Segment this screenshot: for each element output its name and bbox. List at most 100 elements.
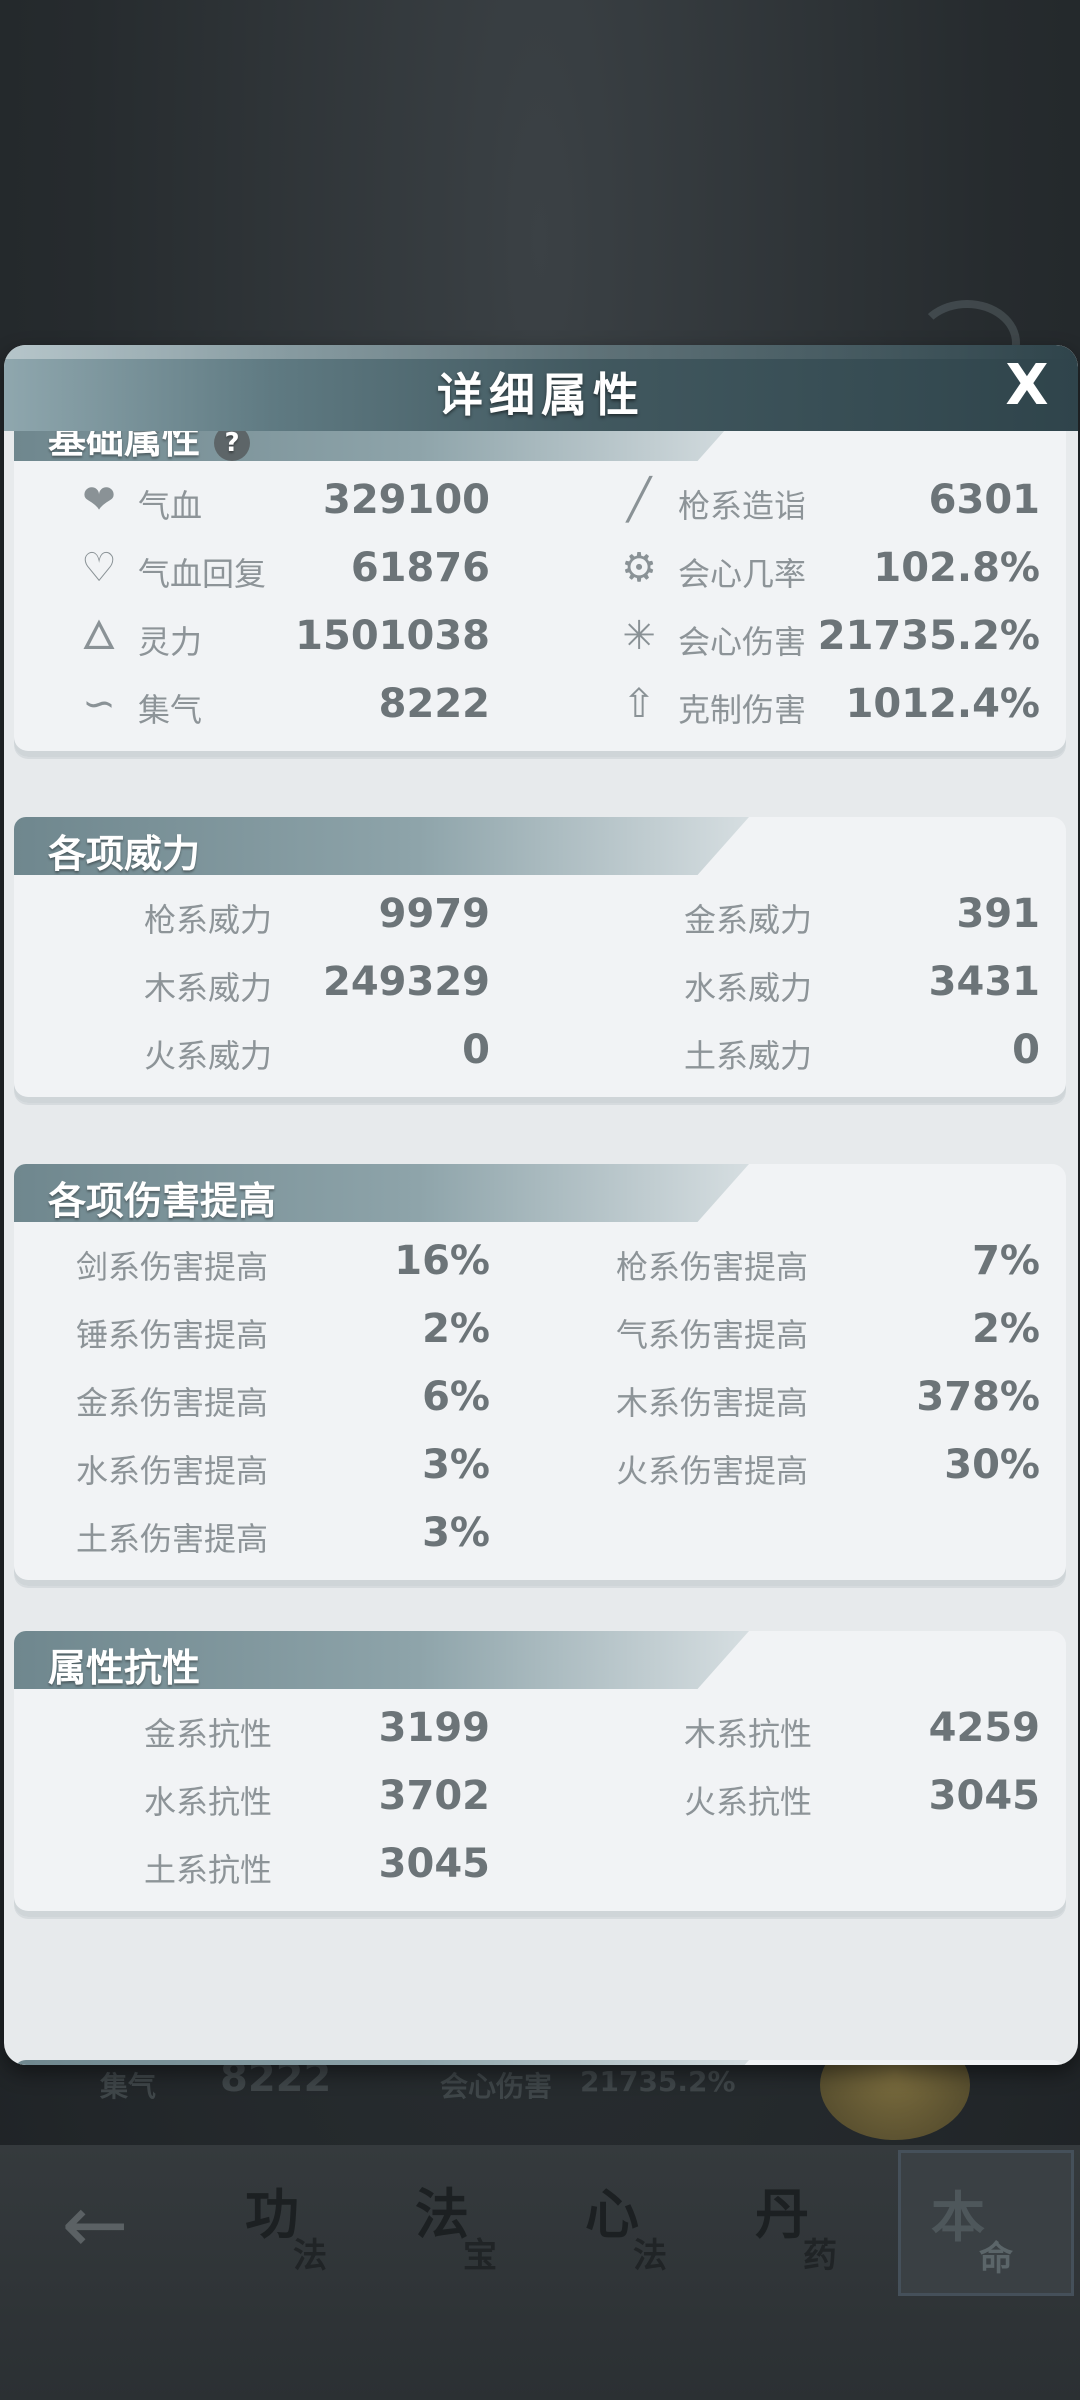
nav-tab-small-char: 法 — [633, 2236, 667, 2276]
attribute-cell: 火系伤害提高 30% — [554, 1436, 1068, 1496]
attribute-label: 土系抗性 — [144, 1851, 273, 1889]
bg-crit-value: 21735.2% — [580, 2065, 736, 2098]
back-arrow-icon[interactable]: ← — [50, 2180, 140, 2270]
section-title: 各项威力 — [48, 823, 200, 875]
attribute-row: 木系威力 249329 水系威力 3431 — [14, 953, 1066, 1013]
bg-crit-label: 会心伤害 — [440, 2070, 553, 2103]
attribute-value: 61876 — [350, 545, 490, 591]
attribute-label: 会心几率 — [678, 555, 807, 593]
attribute-value: 4259 — [928, 1705, 1040, 1751]
attribute-row: 水系伤害提高 3% 火系伤害提高 30% — [14, 1436, 1066, 1496]
modal-header: 详细属性 X — [4, 345, 1078, 431]
attribute-cell: 锤系伤害提高 2% — [14, 1300, 540, 1360]
attribute-label: 会心伤害 — [678, 623, 807, 661]
nav-tab-big-char: 丹 — [755, 2183, 809, 2246]
attribute-cell: 气系伤害提高 2% — [554, 1300, 1068, 1360]
attribute-cell: 水系威力 3431 — [554, 953, 1068, 1013]
attribute-label: 集气 — [138, 691, 203, 729]
attribute-row: ♡ 气血回复 61876 ⚙ 会心几率 102.8% — [14, 539, 1066, 599]
attribute-cell: 土系抗性 3045 — [14, 1835, 540, 1895]
attribute-row: 金系伤害提高 6% 木系伤害提高 378% — [14, 1368, 1066, 1428]
attribute-cell: ✳ 会心伤害 21735.2% — [554, 607, 1068, 667]
attribute-label: 气血回复 — [138, 555, 267, 593]
attributes-scroll-area[interactable]: 基础属性? ❤ 气血 329100 ╱ 枪系造诣 6301 ♡ 气血回复 61876 ⚙ 会心几率 10… — [14, 431, 1068, 2065]
section-card-0: 基础属性? ❤ 气血 329100 ╱ 枪系造诣 6301 ♡ 气血回复 61876 ⚙ 会心几率 10… — [14, 431, 1066, 757]
crit-rate-icon: ⚙ — [621, 545, 657, 591]
attribute-label: 灵力 — [138, 623, 203, 661]
attribute-cell: 木系伤害提高 378% — [554, 1368, 1068, 1428]
attribute-value: 329100 — [323, 477, 490, 523]
spirit-flame-icon: 🜂 — [81, 613, 117, 659]
nav-tab-1[interactable]: 法宝 — [385, 2150, 555, 2290]
attribute-value: 3702 — [378, 1773, 490, 1819]
nav-tab-small-char: 命 — [979, 2239, 1013, 2279]
attribute-cell: 土系伤害提高 3% — [14, 1504, 540, 1564]
heart-regen-icon: ♡ — [81, 545, 117, 591]
attribute-value: 3% — [422, 1510, 490, 1556]
attribute-label: 水系威力 — [684, 969, 813, 1007]
attribute-value: 21735.2% — [817, 613, 1040, 659]
attribute-cell: ⚙ 会心几率 102.8% — [554, 539, 1068, 599]
section-banner: 属性抗性 — [14, 1631, 749, 1689]
attribute-value: 3199 — [378, 1705, 490, 1751]
qi-swirl-icon: ∽ — [82, 681, 116, 727]
attribute-value: 249329 — [323, 959, 490, 1005]
attribute-cell: 木系威力 249329 — [14, 953, 540, 1013]
attribute-label: 水系抗性 — [144, 1783, 273, 1821]
section-title: 各项伤害提高 — [48, 1170, 276, 1222]
nav-tab-big-char: 心 — [585, 2183, 639, 2246]
attribute-label: 土系威力 — [684, 1037, 813, 1075]
attribute-value: 3% — [422, 1442, 490, 1488]
attribute-value: 8222 — [378, 681, 490, 727]
attribute-label: 金系抗性 — [144, 1715, 273, 1753]
attribute-label: 剑系伤害提高 — [76, 1248, 269, 1286]
nav-tab-0[interactable]: 功法 — [215, 2150, 385, 2290]
attribute-value: 0 — [462, 1027, 490, 1073]
attribute-label: 土系伤害提高 — [76, 1520, 269, 1558]
attribute-value: 2% — [972, 1306, 1040, 1352]
section-title: 基础属性? — [48, 431, 251, 462]
section-title-text: 基础属性 — [48, 431, 201, 462]
attribute-cell: 枪系威力 9979 — [14, 885, 540, 945]
attribute-value: 3431 — [928, 959, 1040, 1005]
attribute-row: ❤ 气血 329100 ╱ 枪系造诣 6301 — [14, 471, 1066, 531]
nav-tab-big-char: 本 — [931, 2186, 985, 2249]
nav-tab-big-char: 法 — [415, 2183, 469, 2246]
nav-tab-2[interactable]: 心法 — [555, 2150, 725, 2290]
attribute-label: 枪系造诣 — [678, 487, 807, 525]
section-card-1: 各项威力枪系威力 9979 金系威力 391 木系威力 249329 水系威力 3431 火系威… — [14, 817, 1066, 1103]
attribute-cell: 金系伤害提高 6% — [14, 1368, 540, 1428]
attribute-label: 火系威力 — [144, 1037, 273, 1075]
nav-tab-small-char: 宝 — [463, 2236, 497, 2276]
help-icon[interactable]: ? — [214, 431, 251, 461]
attribute-label: 木系伤害提高 — [616, 1384, 809, 1422]
nav-tab-small-char: 药 — [803, 2236, 837, 2276]
attribute-value: 102.8% — [873, 545, 1040, 591]
attribute-value: 0 — [1012, 1027, 1040, 1073]
attribute-row: 锤系伤害提高 2% 气系伤害提高 2% — [14, 1300, 1066, 1360]
attribute-value: 2% — [422, 1306, 490, 1352]
attribute-label: 枪系威力 — [144, 901, 273, 939]
section-title-text: 属性抗性 — [48, 1646, 201, 1690]
section-banner: 各项伤害提高 — [14, 1164, 749, 1222]
close-button[interactable]: X — [1000, 358, 1054, 414]
attribute-cell: 水系抗性 3702 — [14, 1767, 540, 1827]
attribute-row: 剑系伤害提高 16% 枪系伤害提高 7% — [14, 1232, 1066, 1292]
section-card-3: 属性抗性 金系抗性 3199 木系抗性 4259 水系抗性 3702 火系抗性 3045 土系抗性… — [14, 1631, 1066, 1917]
attribute-value: 3045 — [928, 1773, 1040, 1819]
nav-tab-4[interactable]: 本命 — [898, 2150, 1074, 2296]
nav-tab-3[interactable]: 丹药 — [725, 2150, 895, 2290]
attribute-cell: 火系抗性 3045 — [554, 1767, 1068, 1827]
attribute-label: 锤系伤害提高 — [76, 1316, 269, 1354]
attribute-label: 木系抗性 — [684, 1715, 813, 1753]
attribute-cell: ❤ 气血 329100 — [14, 471, 540, 531]
section-card-4: 护盾? — [14, 2060, 1066, 2065]
attribute-value: 391 — [956, 891, 1041, 937]
attribute-label: 金系威力 — [684, 901, 813, 939]
nav-tab-big-char: 功 — [245, 2183, 299, 2246]
attribute-cell: ⇧ 克制伤害 1012.4% — [554, 675, 1068, 735]
attribute-value: 1501038 — [295, 613, 490, 659]
attribute-row: ∽ 集气 8222 ⇧ 克制伤害 1012.4% — [14, 675, 1066, 735]
attribute-label: 火系伤害提高 — [616, 1452, 809, 1490]
section-banner: 基础属性? — [14, 431, 749, 461]
